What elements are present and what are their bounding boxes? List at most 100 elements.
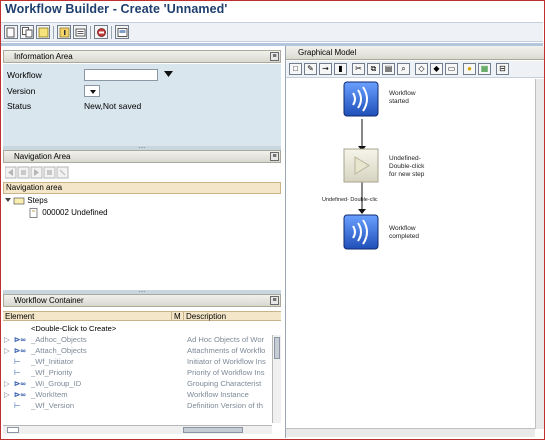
copy-icon[interactable]: [20, 25, 34, 39]
info-area: Workflow Version Status New,Not saved: [3, 64, 281, 147]
canvas-horizontal-scrollbar[interactable]: [286, 428, 535, 437]
grid-row-create[interactable]: <Double-Click to Create>: [3, 323, 273, 334]
color-icon[interactable]: ●: [463, 63, 476, 75]
nav-first-icon[interactable]: [17, 166, 30, 179]
nav-back-icon[interactable]: [5, 166, 17, 179]
version-label: Version: [7, 86, 36, 96]
panel-menu-icon[interactable]: ≡: [270, 52, 279, 61]
zoom-in-icon[interactable]: ◇: [415, 63, 428, 75]
expand-arrow-icon[interactable]: ▷: [4, 378, 10, 389]
edge-label: Undefined- Double-clic: [322, 197, 378, 203]
tree-step-label: 000002 Undefined: [42, 208, 108, 218]
fit-icon[interactable]: ▭: [445, 63, 458, 75]
grid-row[interactable]: ⊢ _Wf_Version Definition Version of th: [3, 400, 273, 411]
grid-row[interactable]: ▷ ⊳∞ _WorkItem Workflow Instance: [3, 389, 273, 400]
info-icon[interactable]: [57, 25, 71, 39]
grid-header: Element M Description: [3, 311, 281, 321]
tree-node-steps[interactable]: Steps: [5, 196, 48, 205]
grid-cell-element: _Adhoc_Objects: [31, 335, 87, 344]
grid-cell-element: _Wi_Group_ID: [31, 379, 82, 388]
tree-node-step[interactable]: 000002 Undefined: [29, 208, 108, 218]
save-icon[interactable]: [94, 25, 108, 39]
main-toolbar: [1, 22, 543, 42]
object-ref-icon: ⊳∞: [14, 335, 26, 344]
grid-row[interactable]: ⊢ _Wf_Priority Priority of Workflow Ins: [3, 367, 273, 378]
highlight-icon[interactable]: [36, 25, 50, 39]
grid-cell-element: <Double-Click to Create>: [31, 324, 117, 333]
workflow-end-node[interactable]: [343, 214, 379, 250]
field-icon: ⊢: [14, 368, 21, 377]
nav-last-icon[interactable]: [43, 166, 56, 179]
canvas-vertical-scrollbar[interactable]: [535, 79, 544, 429]
settings-icon[interactable]: [73, 25, 87, 39]
delete-icon[interactable]: ▮: [334, 63, 347, 75]
scroll-thumb[interactable]: [183, 427, 243, 433]
field-icon: ⊢: [14, 401, 21, 410]
new-doc-icon[interactable]: [4, 25, 18, 39]
container-header[interactable]: Workflow Container ≡: [3, 294, 281, 307]
nav-tree: Steps 000002 Undefined: [3, 195, 281, 292]
expand-arrow-icon[interactable]: ▷: [4, 345, 10, 356]
info-area-title: Information Area: [14, 52, 73, 61]
version-select[interactable]: [84, 85, 100, 97]
window-title: Workflow Builder - Create 'Unnamed': [5, 2, 228, 16]
find-icon[interactable]: ⌕: [397, 63, 410, 75]
info-area-header[interactable]: Information Area ≡: [3, 50, 281, 63]
connector-line: [358, 119, 366, 151]
model-canvas[interactable]: Workflow started Undefined- Double-click…: [286, 79, 534, 427]
col-m[interactable]: M: [171, 312, 183, 321]
grid-row[interactable]: ▷ ⊳∞ _Attach_Objects Attachments of Work…: [3, 345, 273, 356]
undefined-node-label: Undefined- Double-click for new step: [389, 155, 425, 178]
layout-icon[interactable]: ▦: [478, 63, 491, 75]
nav-tree-icon[interactable]: [56, 166, 69, 179]
col-element[interactable]: Element: [3, 312, 171, 321]
grid-row[interactable]: ▷ ⊳∞ _Adhoc_Objects Ad Hoc Objects of Wo…: [3, 334, 273, 345]
grid-horizontal-scrollbar[interactable]: [3, 425, 272, 434]
expand-arrow-icon[interactable]: ▷: [4, 334, 10, 345]
status-label: Status: [7, 101, 32, 111]
panel-menu-icon[interactable]: ≡: [270, 152, 279, 161]
grid-cell-description: Definition Version of th: [187, 401, 263, 410]
new-icon[interactable]: □: [289, 63, 302, 75]
workflow-input[interactable]: [84, 69, 158, 81]
nav-forward-icon[interactable]: [30, 166, 43, 179]
paste-icon[interactable]: ▤: [382, 63, 395, 75]
object-ref-icon: ⊳∞: [14, 379, 26, 388]
cut-icon[interactable]: ✂: [352, 63, 365, 75]
graphical-model-toolbar: □ ✎ ⇝ ▮ ✂ ⧉ ▤ ⌕ ◇ ◆ ▭ ● ▦ ⊟: [286, 61, 544, 78]
undefined-step-node[interactable]: [343, 148, 379, 183]
grid-cell-description: Initiator of Workflow Ins: [187, 357, 266, 366]
display-icon[interactable]: [115, 25, 129, 39]
panel-menu-icon[interactable]: ≡: [270, 296, 279, 305]
edit-pencil-icon[interactable]: ✎: [304, 63, 317, 75]
nav-toolbar: [3, 164, 281, 180]
toolbar-separator: [111, 26, 112, 39]
edit-object-icon[interactable]: ⇝: [319, 63, 332, 75]
nav-area-header[interactable]: Navigation Area ≡: [3, 150, 281, 163]
field-icon: ⊢: [14, 357, 21, 366]
grid-cell-element: _WorkItem: [31, 390, 68, 399]
object-ref-icon: ⊳∞: [14, 346, 26, 355]
dropdown-arrow-icon[interactable]: [164, 71, 173, 80]
workflow-start-node[interactable]: [343, 81, 379, 117]
grid-cell-description: Attachments of Workflo: [187, 346, 266, 355]
settings-icon[interactable]: ⊟: [496, 63, 509, 75]
graphical-model-header: Graphical Model: [286, 46, 544, 60]
status-value: New,Not saved: [84, 101, 142, 111]
tree-steps-label: Steps: [27, 196, 48, 205]
col-description[interactable]: Description: [183, 312, 281, 321]
nav-area-title: Navigation Area: [14, 152, 71, 161]
scroll-thumb[interactable]: [274, 337, 280, 359]
grid-row[interactable]: ⊢ _Wf_Initiator Initiator of Workflow In…: [3, 356, 273, 367]
nav-area-column-header: Navigation area: [3, 182, 281, 194]
grid-row[interactable]: ▷ ⊳∞ _Wi_Group_ID Grouping Characterist: [3, 378, 273, 389]
workflow-label: Workflow: [7, 70, 42, 80]
left-pane: Information Area ≡ Workflow Version Stat…: [1, 46, 283, 438]
grid-vertical-scrollbar[interactable]: [272, 335, 281, 423]
copy-icon[interactable]: ⧉: [367, 63, 380, 75]
scroll-left-button[interactable]: [7, 427, 19, 433]
grid-cell-element: _Wf_Initiator: [31, 357, 74, 366]
zoom-out-icon[interactable]: ◆: [430, 63, 443, 75]
grid-cell-description: Grouping Characterist: [187, 379, 262, 388]
expand-arrow-icon[interactable]: ▷: [4, 389, 10, 400]
